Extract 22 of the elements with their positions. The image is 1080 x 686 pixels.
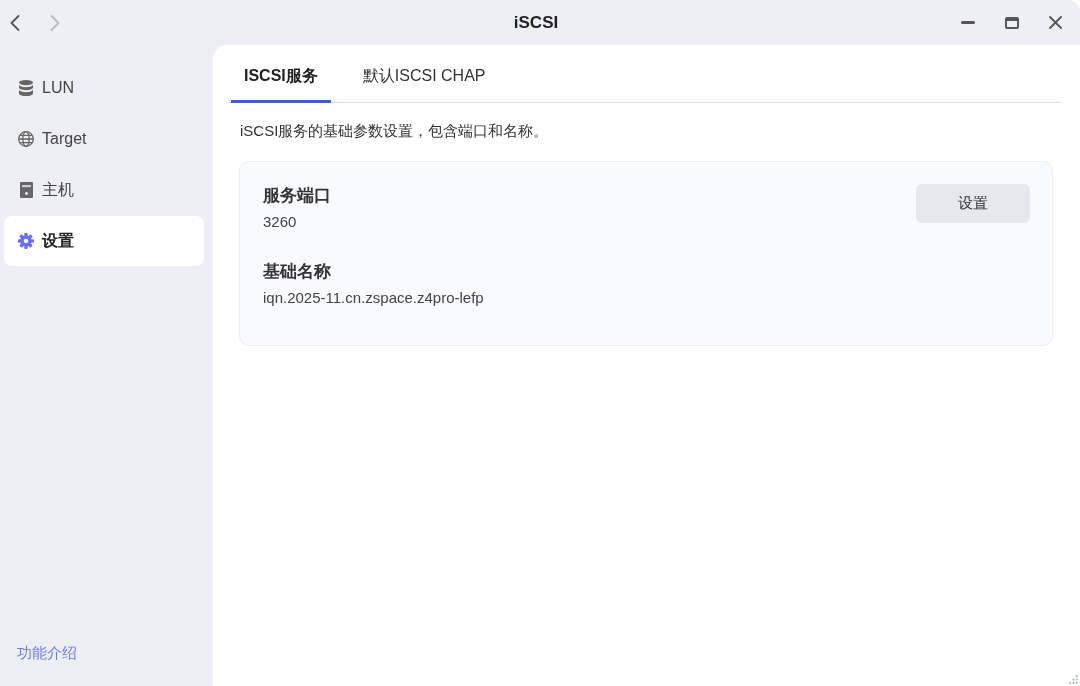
globe-icon [18, 131, 34, 147]
minimize-icon[interactable] [961, 21, 975, 24]
database-icon [19, 80, 33, 96]
maximize-icon[interactable] [1005, 16, 1019, 29]
tab[interactable]: 默认ISCSI CHAP [349, 45, 499, 103]
resize-grip-icon[interactable] [1069, 675, 1078, 684]
sidebar-item[interactable]: LUN [4, 63, 204, 113]
field-label: 服务端口 [263, 185, 332, 207]
field-value: iqn.2025-11.cn.zspace.z4pro-lefp [263, 288, 485, 308]
sidebar-item[interactable]: 主机 [4, 165, 204, 215]
close-icon[interactable] [1049, 16, 1062, 29]
chevron-left-icon[interactable] [10, 14, 20, 31]
tab[interactable]: ISCSI服务 [231, 45, 331, 103]
server-icon [19, 182, 33, 198]
sidebar-item[interactable]: Target [4, 114, 204, 164]
sidebar-item[interactable]: 设置 [4, 216, 204, 266]
window-title: iSCSI [513, 12, 559, 33]
field-label: 基础名称 [263, 261, 332, 283]
field-value: 3260 [263, 212, 298, 232]
settings-button[interactable]: 设置 [916, 184, 1030, 223]
description-text: iSCSI服务的基础参数设置，包含端口和名称。 [240, 121, 550, 141]
gear-icon [18, 233, 34, 249]
